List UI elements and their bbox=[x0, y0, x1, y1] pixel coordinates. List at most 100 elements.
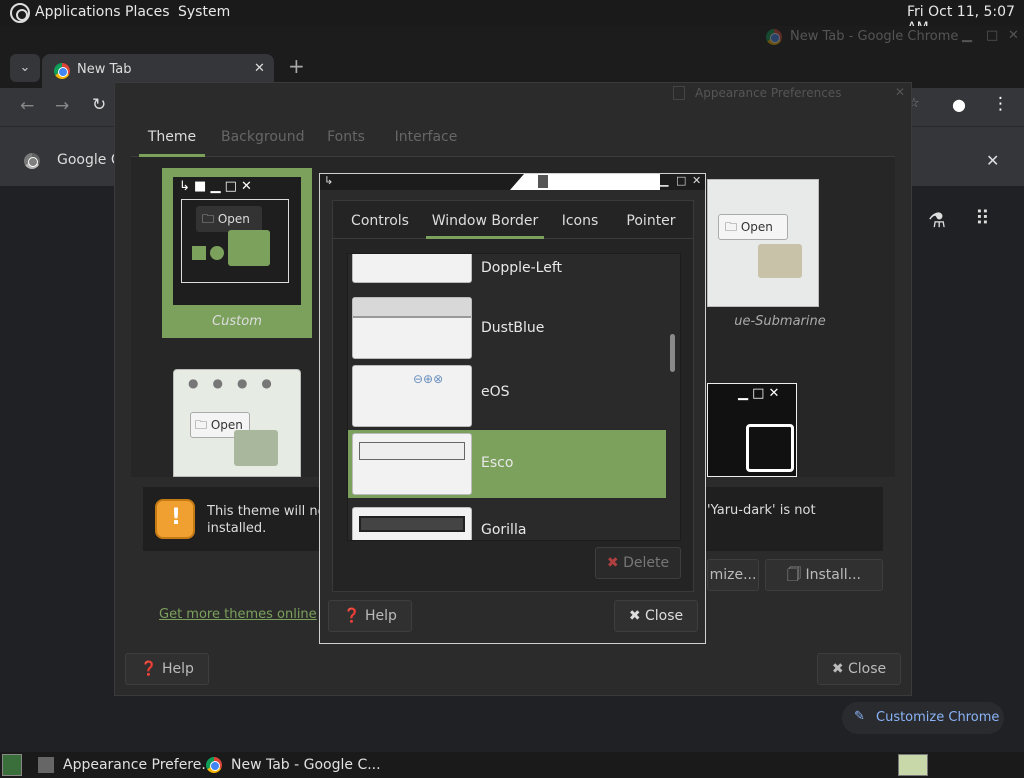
list-item-label: eOS bbox=[481, 384, 510, 400]
new-tab-icon[interactable]: + bbox=[288, 54, 305, 78]
close-x-icon: ✖ bbox=[628, 608, 641, 624]
tab-close-icon[interactable]: ✕ bbox=[254, 61, 265, 76]
list-scrollbar[interactable] bbox=[670, 334, 675, 372]
tab-pointer[interactable]: Pointer bbox=[618, 201, 684, 239]
theme-warning-left: This theme will not installed. bbox=[143, 487, 331, 551]
help-icon: ❓ bbox=[343, 608, 361, 624]
titlebar-preview bbox=[353, 298, 471, 318]
window-buttons-icon: ↳ ■ ▁ □ ✕ bbox=[179, 179, 252, 194]
menu-kebab-icon[interactable]: ⋮ bbox=[992, 94, 1009, 114]
list-item-label: Esco bbox=[481, 455, 514, 471]
theme-thumbnail bbox=[352, 297, 472, 359]
theme-thumbnail bbox=[352, 254, 472, 283]
list-item[interactable]: Gorilla bbox=[348, 504, 666, 540]
customize-button[interactable]: mize... bbox=[707, 559, 759, 591]
chrome-titlebar: New Tab - Google Chrome ▁ □ ✕ bbox=[0, 26, 1024, 48]
chrome-logo-icon bbox=[206, 757, 222, 773]
list-item[interactable]: Dopple-Left bbox=[348, 254, 666, 286]
tab-background[interactable]: Background bbox=[221, 119, 305, 157]
install-icon: 🗍 bbox=[787, 567, 802, 583]
pencil-icon: ✎ bbox=[854, 709, 865, 724]
maximize-icon[interactable]: □ bbox=[676, 174, 686, 187]
tab-search-icon[interactable]: ⌄ bbox=[10, 54, 40, 82]
tab-controls[interactable]: Controls bbox=[343, 201, 417, 239]
theme-card-submarine[interactable]: 🗀 Open ue-Submarine bbox=[685, 168, 835, 338]
tab-fonts[interactable]: Fonts bbox=[321, 119, 371, 157]
maximize-icon[interactable]: □ bbox=[986, 28, 998, 43]
window-menu-icon[interactable]: ↳ bbox=[324, 174, 333, 187]
install-button[interactable]: 🗍 Install... bbox=[765, 559, 883, 591]
close-icon[interactable]: ✕ bbox=[692, 174, 701, 187]
forward-icon[interactable]: → bbox=[55, 96, 69, 116]
warning-icon bbox=[155, 499, 195, 539]
theme-card-custom[interactable]: ↳ ■ ▁ □ ✕ 🗀 Open Custom bbox=[162, 168, 312, 338]
checkbox-icon bbox=[192, 246, 206, 260]
preview-open-label: Open bbox=[217, 212, 250, 226]
theme-name-submarine: ue-Submarine bbox=[734, 314, 826, 329]
back-icon[interactable]: ← bbox=[20, 96, 34, 116]
tab-theme[interactable]: Theme bbox=[139, 119, 205, 157]
profile-icon[interactable]: ● bbox=[952, 95, 966, 114]
show-desktop-icon[interactable] bbox=[2, 754, 22, 776]
help-label: Help bbox=[161, 661, 194, 677]
appearance-close-button[interactable]: ✖ Close bbox=[817, 653, 901, 685]
list-item-label: Dopple-Left bbox=[481, 260, 563, 276]
appearance-help-button[interactable]: ❓ Help bbox=[125, 653, 209, 685]
system-menu[interactable]: System bbox=[178, 4, 230, 20]
minimize-icon[interactable]: ▁ bbox=[660, 174, 668, 187]
window-buttons-icon: ▁ □ ✕ bbox=[738, 386, 780, 401]
tab-interface[interactable]: Interface bbox=[391, 119, 461, 157]
apps-grid-icon[interactable]: ⠿ bbox=[975, 206, 990, 230]
minimize-icon[interactable]: ▁ bbox=[962, 28, 972, 43]
list-item-label: Gorilla bbox=[481, 522, 527, 538]
chrome-logo-icon bbox=[766, 29, 782, 45]
details-close-button[interactable]: ✖ Close bbox=[614, 600, 698, 632]
theme-preview: ●●●● 🗀 Open bbox=[173, 369, 301, 477]
customize-chrome-button[interactable]: ✎ Customize Chrome bbox=[842, 702, 1004, 734]
folder-icon bbox=[758, 244, 802, 278]
theme-warning-right: 'Yaru-dark' is not bbox=[705, 487, 883, 551]
chrome-window-title: New Tab - Google Chrome bbox=[790, 29, 959, 44]
list-item-selected[interactable]: Esco bbox=[348, 430, 666, 498]
help-label: Help bbox=[364, 608, 397, 624]
titlebar-preview bbox=[359, 516, 465, 532]
window-buttons-icon: ●●●● bbox=[188, 376, 286, 390]
delete-icon: ✖ bbox=[606, 555, 619, 571]
preview-open-button: 🗀 Open bbox=[196, 206, 262, 232]
theme-thumbnail bbox=[352, 433, 472, 495]
tab-window-border[interactable]: Window Border bbox=[426, 201, 544, 239]
app-icon bbox=[538, 175, 548, 188]
appearance-title: Appearance Preferences bbox=[695, 86, 842, 100]
gnome-foot-icon[interactable] bbox=[10, 3, 30, 23]
warning-text-right: 'Yaru-dark' is not bbox=[707, 503, 816, 518]
folder-icon bbox=[228, 230, 270, 266]
window-border-list[interactable]: Dopple-Left DustBlue ⊖⊕⊗ eOS Esco Gorill… bbox=[347, 253, 681, 541]
preview-frame: 🗀 Open bbox=[181, 199, 289, 283]
close-icon[interactable]: ✕ bbox=[1008, 28, 1019, 43]
appearance-close-icon[interactable]: ✕ bbox=[895, 85, 905, 99]
details-tabs: Controls Window Border Icons Pointer bbox=[333, 201, 693, 239]
taskbar-item-chrome[interactable]: New Tab - Google C... bbox=[206, 754, 381, 776]
theme-thumbnail: ⊖⊕⊗ bbox=[352, 365, 472, 427]
customize-label: Customize Chrome bbox=[876, 710, 1000, 725]
applications-menu[interactable]: Applications bbox=[35, 4, 121, 20]
infobar-close-icon[interactable]: ✕ bbox=[986, 151, 999, 170]
labs-flask-icon[interactable]: ⚗ bbox=[928, 208, 946, 232]
delete-button[interactable]: ✖ Delete bbox=[595, 547, 681, 579]
chrome-favicon-icon bbox=[54, 63, 70, 79]
list-item[interactable]: ⊖⊕⊗ eOS bbox=[348, 362, 666, 430]
tab-title: New Tab bbox=[77, 62, 132, 77]
workspace-switcher[interactable] bbox=[898, 754, 928, 776]
list-item-label: DustBlue bbox=[481, 320, 545, 336]
places-menu[interactable]: Places bbox=[125, 4, 170, 20]
list-item[interactable]: DustBlue bbox=[348, 294, 666, 362]
top-panel: Applications Places System Fri Oct 11, 5… bbox=[0, 0, 1024, 36]
get-more-themes-link[interactable]: Get more themes online bbox=[159, 607, 317, 622]
reload-icon[interactable]: ↻ bbox=[92, 95, 106, 115]
theme-name-custom: Custom bbox=[212, 314, 262, 329]
details-help-button[interactable]: ❓ Help bbox=[328, 600, 412, 632]
appearance-titlebar: Appearance Preferences ✕ bbox=[115, 83, 911, 105]
tab-icons[interactable]: Icons bbox=[555, 201, 605, 239]
close-label: Close bbox=[645, 608, 684, 624]
preview-open-label: Open bbox=[740, 220, 773, 234]
